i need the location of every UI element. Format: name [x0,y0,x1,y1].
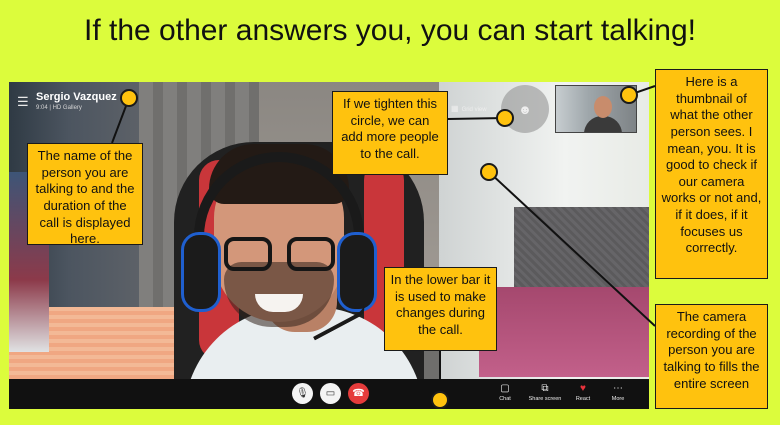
note-thumbnail: Here is a thumbnail of what the other pe… [655,69,768,279]
camera-button[interactable]: ▭ [320,383,341,404]
more-label: More [611,396,625,402]
note-add-people: If we tighten this circle, we can add mo… [332,91,448,175]
note-camera: The camera recording of the person you a… [655,304,768,409]
grid-view-label: Grid view [461,107,487,113]
annotation-marker-lower-bar [431,391,449,409]
grid-icon: ▦ [451,104,459,113]
grid-view-button[interactable]: ▦ Grid view [451,104,487,113]
video-call-window: ☰ Sergio Vazquez 9:04 | HD Gallery ▦ Grid… [9,82,649,409]
note-name-duration: The name of the person you are talking t… [27,143,143,246]
annotation-marker-thumbnail [620,86,638,104]
share-screen-label: Share screen [528,396,562,402]
call-control-bar: 🎙 ▭ ☎ ▢ Chat ⧉ Share screen ♥ React ⋯ Mo… [9,379,649,409]
annotation-marker-add-people [496,109,514,127]
call-duration: 9:04 | HD Gallery [36,105,82,111]
note-lower-bar: In the lower bar it is used to make chan… [384,267,497,351]
hang-up-icon: ☎ [352,388,365,399]
add-person-icon: ☻ [518,101,532,117]
annotation-marker-camera [480,163,498,181]
microphone-icon: 🎙 [296,388,309,399]
hamburger-icon[interactable]: ☰ [17,94,29,110]
hang-up-button[interactable]: ☎ [348,383,369,404]
more-button[interactable]: ⋯ More [593,382,643,402]
react-label: React [575,396,591,402]
microphone-button[interactable]: 🎙 [292,383,313,404]
caller-name: Sergio Vazquez [36,91,117,103]
camera-icon: ▭ [325,388,336,399]
page-heading: If the other answers you, you can start … [84,14,696,47]
chat-label: Chat [499,396,511,402]
annotation-marker-name [120,89,138,107]
more-icon: ⋯ [613,383,623,394]
